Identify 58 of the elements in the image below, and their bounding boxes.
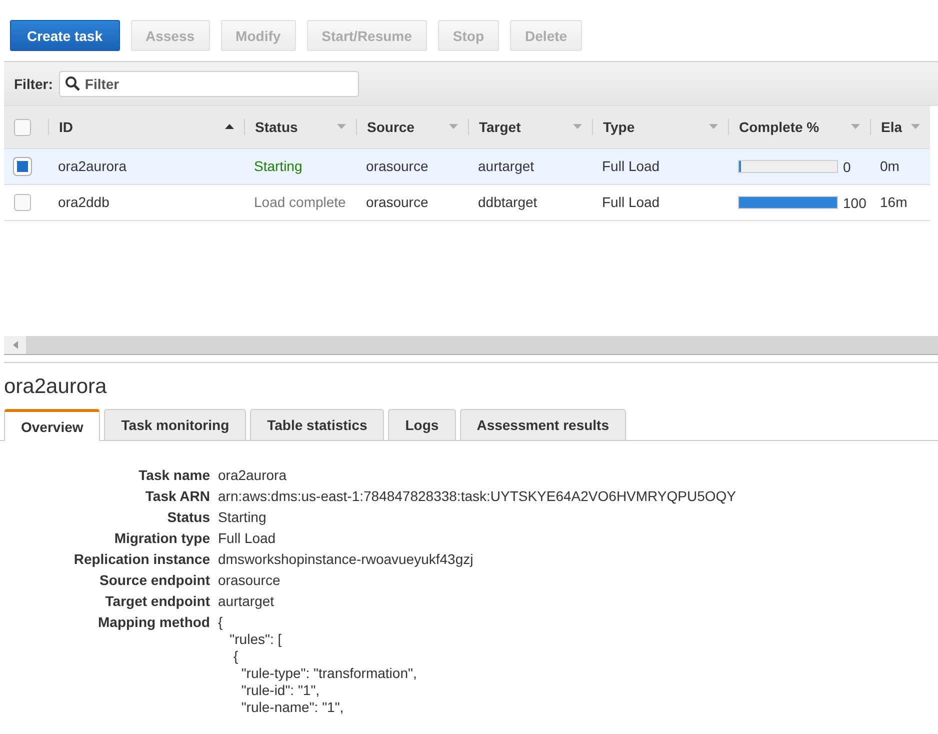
field-label: Target endpoint [104, 593, 210, 610]
tab[interactable]: Logs [388, 409, 456, 440]
column-header[interactable]: ID [59, 118, 73, 135]
field-value: { "rules": [ { "rule-type": "transformation", "rule-id": "1", "rule-name": "1", [218, 614, 418, 716]
table-cell: ora2ddb [58, 194, 110, 210]
search-icon [64, 76, 80, 90]
status-text: Starting [254, 158, 302, 174]
table-cell: 100 [843, 194, 866, 211]
tab[interactable]: Table statistics [250, 409, 384, 440]
filter-label: Filter: [14, 76, 53, 92]
table-cell: orasource [366, 194, 428, 210]
table-cell: Full Load [602, 158, 660, 174]
column-header[interactable]: Source [367, 118, 414, 135]
tab[interactable]: Assessment results [460, 409, 626, 440]
sort-ascending-icon[interactable] [225, 124, 234, 130]
caret-icon[interactable] [851, 124, 860, 130]
detail-title: ora2aurora [4, 375, 108, 399]
column-header[interactable]: Ela [881, 118, 902, 135]
table-cell: ddbtarget [478, 194, 538, 210]
table-cell: 0m [880, 158, 900, 174]
field-value: Full Load [218, 530, 277, 547]
row-checkbox[interactable] [14, 194, 31, 211]
field-label: Source endpoint [98, 572, 210, 589]
field-label: Task ARN [144, 488, 210, 505]
status-text: Load complete [254, 194, 346, 210]
column-header[interactable]: Type [603, 118, 635, 135]
table-cell: ora2aurora [58, 158, 126, 174]
caret-icon[interactable] [449, 124, 458, 130]
caret-icon[interactable] [911, 124, 920, 130]
field-value: aurtarget [218, 593, 276, 610]
create-task-button[interactable]: Create task [10, 20, 120, 51]
field-value: orasource [218, 572, 282, 589]
table-cell: 0 [843, 158, 851, 175]
field-value: arn:aws:dms:us-east-1:784847828338:task:UYTSKYE64A2VO6HVMRYQPU5OQY [218, 488, 737, 505]
caret-icon[interactable] [573, 124, 582, 130]
table-cell: orasource [366, 158, 428, 174]
table-cell: 16m [880, 194, 908, 210]
tab[interactable]: Overview [4, 409, 100, 441]
resize-splitter[interactable] [4, 354, 938, 363]
field-value: ora2aurora [218, 467, 288, 484]
caret-icon[interactable] [337, 124, 346, 130]
left-arrow-icon[interactable] [12, 341, 18, 349]
column-header[interactable]: Status [255, 118, 298, 135]
field-value: Starting [218, 509, 268, 526]
table-cell: aurtarget [478, 158, 534, 174]
caret-icon[interactable] [709, 124, 718, 130]
tab[interactable]: Task monitoring [104, 409, 246, 440]
field-label: Replication instance [72, 551, 210, 568]
table-cell: Full Load [602, 194, 660, 210]
filter-field[interactable]: Filter [58, 70, 359, 96]
field-label: Task name [138, 467, 210, 484]
field-label: Status [166, 509, 210, 526]
horizontal-scrollbar[interactable] [4, 336, 938, 354]
field-label: Mapping method [97, 614, 210, 632]
column-header[interactable]: Target [479, 118, 521, 135]
field-value: dmsworkshopinstance-rwoavueyukf43gzj [218, 551, 474, 568]
field-label: Migration type [113, 530, 210, 547]
select-all-checkbox[interactable] [14, 118, 31, 136]
